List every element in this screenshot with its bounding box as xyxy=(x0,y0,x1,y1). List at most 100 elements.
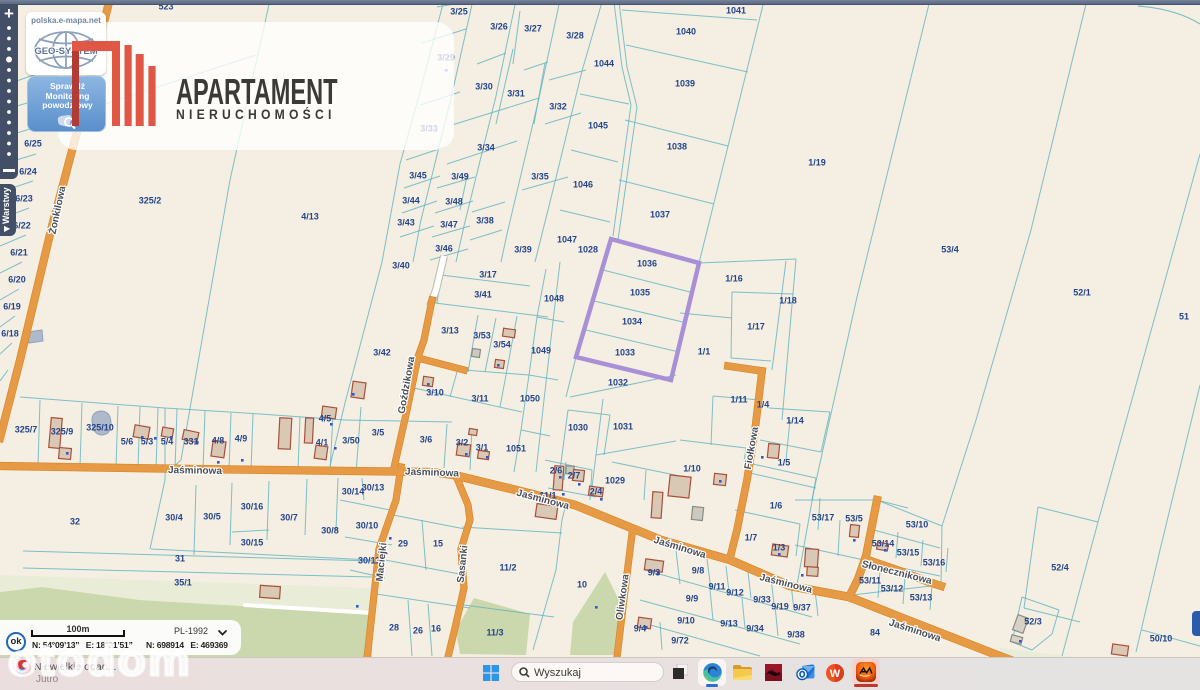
svg-text:4/13: 4/13 xyxy=(301,212,319,222)
svg-text:28: 28 xyxy=(389,623,399,633)
svg-text:3/5: 3/5 xyxy=(372,428,385,438)
svg-text:1048: 1048 xyxy=(544,294,564,304)
svg-text:325/9: 325/9 xyxy=(51,427,74,437)
svg-text:1030: 1030 xyxy=(568,423,588,433)
svg-text:4/8: 4/8 xyxy=(212,436,225,446)
svg-text:9/37: 9/37 xyxy=(793,603,811,613)
svg-text:9/8: 9/8 xyxy=(692,566,705,576)
svg-text:30/5: 30/5 xyxy=(203,512,221,522)
svg-text:84: 84 xyxy=(870,628,880,638)
svg-text:3/34: 3/34 xyxy=(477,143,495,153)
svg-text:1/7: 1/7 xyxy=(745,533,758,543)
svg-text:3/38: 3/38 xyxy=(476,216,494,226)
svg-text:9/13: 9/13 xyxy=(720,619,738,629)
svg-text:2/6: 2/6 xyxy=(550,466,563,476)
svg-text:9/38: 9/38 xyxy=(787,630,805,640)
svg-text:1035: 1035 xyxy=(630,288,650,298)
svg-text:3/39: 3/39 xyxy=(514,245,532,255)
svg-text:3/49: 3/49 xyxy=(451,172,469,182)
svg-text:30/16: 30/16 xyxy=(241,502,264,512)
svg-text:35/1: 35/1 xyxy=(174,578,192,588)
svg-text:1033: 1033 xyxy=(615,348,635,358)
svg-text:10: 10 xyxy=(577,580,587,590)
svg-text:6/24: 6/24 xyxy=(19,167,37,177)
svg-text:325/7: 325/7 xyxy=(15,425,38,435)
svg-text:30/15: 30/15 xyxy=(241,538,264,548)
svg-text:1046: 1046 xyxy=(573,180,593,190)
svg-text:6/21: 6/21 xyxy=(10,248,28,258)
svg-text:1039: 1039 xyxy=(675,79,695,89)
svg-text:9/72: 9/72 xyxy=(671,636,689,646)
svg-text:29: 29 xyxy=(398,539,408,549)
svg-text:9/12: 9/12 xyxy=(726,588,744,598)
svg-text:1045: 1045 xyxy=(588,121,608,131)
svg-text:32: 32 xyxy=(70,517,80,527)
svg-text:1/1: 1/1 xyxy=(698,347,711,357)
svg-text:11/2: 11/2 xyxy=(499,563,516,573)
svg-text:1041: 1041 xyxy=(726,6,746,16)
svg-text:1031: 1031 xyxy=(613,422,633,432)
svg-text:53/12: 53/12 xyxy=(881,584,904,594)
svg-text:Jaśminowa: Jaśminowa xyxy=(405,467,460,480)
svg-text:1049: 1049 xyxy=(531,346,551,356)
svg-text:1/4: 1/4 xyxy=(757,400,770,410)
svg-text:3/27: 3/27 xyxy=(524,24,542,34)
svg-text:9/9: 9/9 xyxy=(686,594,699,604)
svg-text:51: 51 xyxy=(1179,312,1189,322)
svg-text:4/9: 4/9 xyxy=(235,434,248,444)
svg-text:30/10: 30/10 xyxy=(356,521,379,531)
svg-text:1037: 1037 xyxy=(650,210,670,220)
svg-text:6/20: 6/20 xyxy=(8,275,26,285)
svg-text:W: W xyxy=(830,668,841,680)
svg-text:5/6: 5/6 xyxy=(121,437,134,447)
svg-text:2/7: 2/7 xyxy=(568,471,581,481)
svg-text:1/6: 1/6 xyxy=(770,501,783,511)
svg-text:3/25: 3/25 xyxy=(450,7,468,17)
svg-text:9/11: 9/11 xyxy=(708,582,725,592)
svg-text:3/41: 3/41 xyxy=(474,290,492,300)
svg-text:325/2: 325/2 xyxy=(139,196,162,206)
svg-text:3/10: 3/10 xyxy=(426,388,444,398)
svg-text:9/34: 9/34 xyxy=(746,624,764,634)
svg-text:3/48: 3/48 xyxy=(445,197,463,207)
svg-text:9/19: 9/19 xyxy=(771,602,789,612)
svg-text:53/15: 53/15 xyxy=(897,548,920,558)
svg-text:3/26: 3/26 xyxy=(490,22,508,32)
svg-text:1044: 1044 xyxy=(594,59,614,69)
svg-text:1/10: 1/10 xyxy=(683,464,701,474)
svg-text:3/40: 3/40 xyxy=(392,261,410,271)
svg-text:4/1: 4/1 xyxy=(316,438,329,448)
svg-text:3/32: 3/32 xyxy=(549,102,567,112)
svg-text:1029: 1029 xyxy=(605,476,625,486)
svg-text:6/23: 6/23 xyxy=(15,194,33,204)
svg-text:1/14: 1/14 xyxy=(786,416,804,426)
svg-text:1038: 1038 xyxy=(667,142,687,152)
svg-text:1032: 1032 xyxy=(608,378,628,388)
svg-text:1/11: 1/11 xyxy=(730,395,747,405)
svg-text:15: 15 xyxy=(433,539,443,549)
svg-text:325/10: 325/10 xyxy=(86,423,114,433)
svg-text:53/4: 53/4 xyxy=(941,245,959,255)
svg-text:3/31: 3/31 xyxy=(507,89,525,99)
svg-text:9/33: 9/33 xyxy=(753,595,771,605)
svg-text:1/18: 1/18 xyxy=(779,296,797,306)
svg-text:3/43: 3/43 xyxy=(397,218,415,228)
svg-text:53/17: 53/17 xyxy=(812,513,835,523)
svg-text:1028: 1028 xyxy=(578,245,598,255)
svg-text:Jaśminowa: Jaśminowa xyxy=(168,465,223,477)
svg-text:3/28: 3/28 xyxy=(566,31,584,41)
svg-text:1/17: 1/17 xyxy=(747,322,765,332)
svg-text:3/46: 3/46 xyxy=(435,244,453,254)
svg-text:9/4: 9/4 xyxy=(634,624,647,634)
svg-text:6/25: 6/25 xyxy=(24,139,42,149)
svg-text:3/17: 3/17 xyxy=(479,270,497,280)
svg-text:9/3: 9/3 xyxy=(648,568,661,578)
svg-text:3/44: 3/44 xyxy=(402,196,420,206)
svg-text:53/16: 53/16 xyxy=(923,558,946,568)
svg-text:1/19: 1/19 xyxy=(808,158,826,168)
svg-text:31: 31 xyxy=(175,554,185,564)
svg-text:53/13: 53/13 xyxy=(910,593,933,603)
svg-text:53/14: 53/14 xyxy=(872,539,895,549)
svg-text:30/8: 30/8 xyxy=(321,526,339,536)
svg-text:5/3: 5/3 xyxy=(141,437,154,447)
